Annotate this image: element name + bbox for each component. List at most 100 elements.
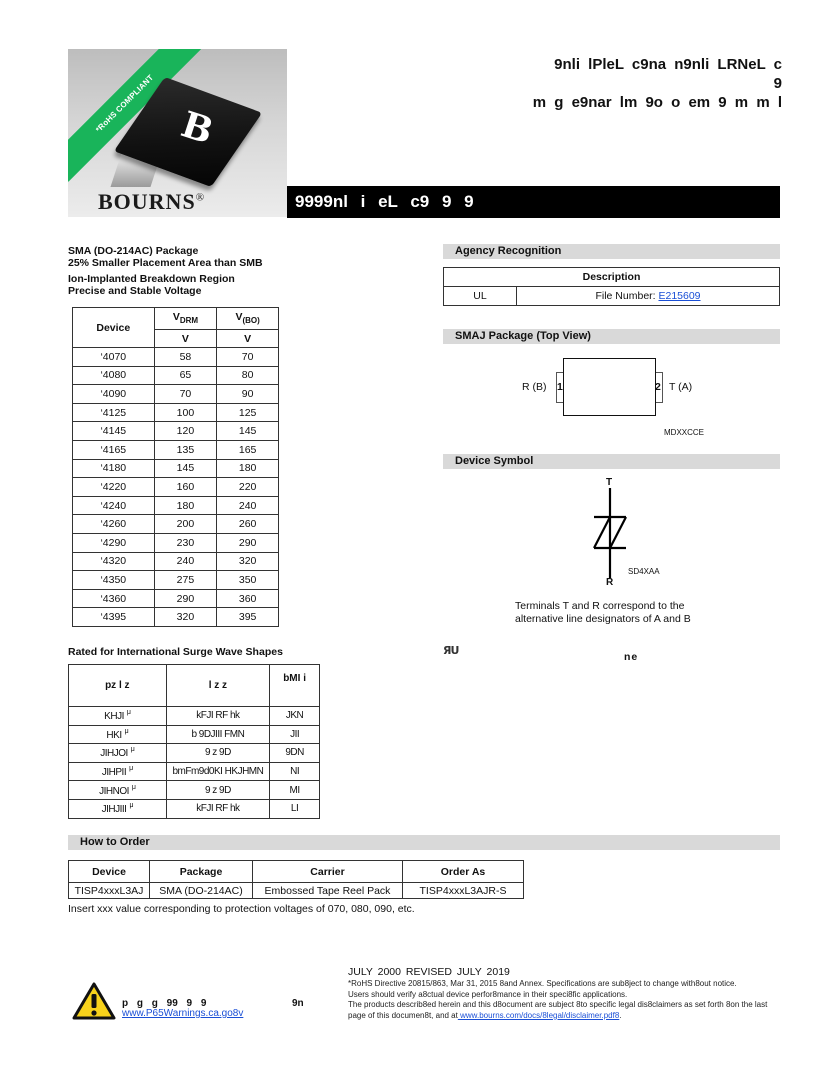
brand-name: BOURNS (98, 189, 196, 214)
surge-table: pz l z l z z bMI i KHJI μ kFJI RF hk JKN HKI… (68, 664, 320, 819)
feature-item: 25% Smaller Placement Area than SMB (68, 257, 263, 269)
voltage-cell-vbo: 180 (216, 458, 279, 479)
micro-unit-mark: μ (131, 783, 136, 791)
micro-unit-mark: μ (126, 709, 131, 717)
surge-row: HKI μ b 9DJIII FMN JII (68, 724, 320, 745)
thyristor-symbol-icon (593, 488, 627, 578)
voltage-cell-device: ‘4070 (72, 347, 155, 367)
voltage-cell-device: ‘4360 (72, 588, 155, 609)
package-section-title: SMAJ Package (Top View) (443, 329, 780, 344)
voltage-cell-device: ‘4240 (72, 495, 155, 516)
voltage-cell-device: ‘4320 (72, 551, 155, 572)
features-list: SMA (DO-214AC) Package 25% Smaller Place… (68, 245, 263, 297)
micro-unit-mark: μ (130, 746, 135, 754)
surge-row: JIHJIII μ kFJI RF hk LI (68, 798, 320, 819)
header-vdrm-unit: V (153, 329, 218, 348)
surge-title: Rated for International Surge Wave Shape… (68, 646, 283, 658)
voltage-cell-vdrm: 160 (153, 477, 218, 497)
voltage-cell-device: ‘4145 (72, 421, 155, 441)
order-device: TISP4xxxL3AJ (68, 882, 150, 899)
order-header-carrier: Carrier (252, 860, 403, 883)
voltage-cell-vbo: 395 (216, 607, 279, 627)
surge-row: JIHJOI μ 9 z 9D 9DN (68, 743, 320, 763)
voltage-cell-vbo: 260 (216, 514, 279, 534)
voltage-row: ‘4320 240 320 (72, 551, 279, 572)
voltage-cell-device: ‘4290 (72, 532, 155, 553)
surge-cell-c3: 9DN (269, 743, 320, 763)
symbol-terminal-t: T (606, 477, 613, 488)
agency-name: UL (443, 286, 517, 306)
voltage-cell-vbo: 165 (216, 439, 279, 460)
surge-cell-c2: 9 z 9D (165, 780, 271, 800)
voltage-cell-vbo: 125 (216, 402, 279, 423)
terminal-r-label: R (B) (522, 381, 547, 393)
package-code: MDXXCCE (664, 428, 705, 437)
voltage-row: ‘4090 70 90 (72, 384, 279, 404)
voltage-cell-vdrm: 240 (153, 551, 218, 572)
surge-header-3: bMI i (269, 664, 320, 707)
voltage-cell-vbo: 290 (216, 532, 279, 553)
surge-cell-c1: JIHJIII μ (68, 798, 167, 819)
feature-item: SMA (DO-214AC) Package (68, 245, 199, 257)
voltage-row: ‘4350 275 350 (72, 570, 279, 590)
header-device: Device (72, 307, 155, 348)
file-number-link[interactable]: E215609 (658, 290, 700, 302)
voltage-cell-device: ‘4080 (72, 365, 155, 386)
voltage-cell-vdrm: 230 (153, 532, 218, 553)
symbol-note: Terminals T and R correspond to the alte… (515, 600, 691, 625)
voltage-table: Device VDRM V(BO) V V ‘4070 58 70 ‘4080 65 80… (72, 307, 279, 627)
prop65-warning-text-2: 9n (292, 998, 304, 1009)
header-vbo-unit: V (216, 329, 279, 348)
voltage-row: ‘4070 58 70 (72, 347, 279, 367)
voltage-cell-device: ‘4090 (72, 384, 155, 404)
surge-cell-c2: b 9DJIII FMN (165, 724, 271, 745)
symbol-code: SD4XAA (628, 567, 660, 576)
order-note: Insert xxx value corresponding to protec… (68, 903, 415, 915)
product-photo: *RoHS COMPLIANT B BOURNS® (68, 49, 287, 217)
voltage-cell-device: ‘4220 (72, 477, 155, 497)
surge-cell-c1: KHJI μ (68, 706, 167, 726)
voltage-cell-device: ‘4125 (72, 402, 155, 423)
registered-mark: ® (195, 191, 206, 204)
voltage-cell-device: ‘4260 (72, 514, 155, 534)
surge-cell-c2: kFJI RF hk (165, 706, 271, 726)
agency-file: File Number: E215609 (516, 286, 780, 306)
voltage-row: ‘4165 135 165 (72, 439, 279, 460)
feature-item: Ion-Implanted Breakdown Region (68, 273, 235, 285)
voltage-row: ‘4360 290 360 (72, 588, 279, 609)
voltage-cell-vdrm: 58 (153, 347, 218, 367)
warning-triangle-icon (72, 982, 116, 1020)
prop65-link[interactable]: www.P65Warnings.ca.go8v (122, 1008, 243, 1019)
voltage-cell-device: ‘4350 (72, 570, 155, 590)
voltage-cell-vdrm: 320 (153, 607, 218, 627)
feature-item: Precise and Stable Voltage (68, 285, 202, 297)
symbol-terminal-r: R (606, 577, 614, 588)
voltage-cell-vbo: 90 (216, 384, 279, 404)
disclaimer-link[interactable]: www.bourns.com/docs/8legal/disclaimer.pd… (458, 1011, 619, 1020)
order-row: TISP4xxxL3AJ SMA (DO-214AC) Embossed Tap… (68, 882, 524, 899)
voltage-row: ‘4220 160 220 (72, 477, 279, 497)
micro-unit-mark: μ (129, 802, 133, 810)
terminal-t-label: T (A) (669, 381, 693, 393)
voltage-cell-vdrm: 100 (153, 402, 218, 423)
header-vdrm: VDRM (153, 307, 218, 330)
order-carrier: Embossed Tape Reel Pack (252, 882, 403, 899)
surge-cell-c1: JIHJOI μ (68, 743, 167, 763)
package-body (563, 358, 656, 416)
voltage-row: ‘4395 320 395 (72, 607, 279, 627)
surge-cell-c3: JKN (269, 706, 320, 726)
surge-cell-c3: JII (269, 724, 320, 745)
revision-date: JULY 2000 REVISED JULY 2019 (348, 966, 510, 978)
voltage-cell-vbo: 240 (216, 495, 279, 516)
voltage-cell-vbo: 70 (216, 347, 279, 367)
voltage-cell-vbo: 80 (216, 365, 279, 386)
voltage-cell-vdrm: 120 (153, 421, 218, 441)
voltage-cell-vdrm: 145 (153, 458, 218, 479)
micro-unit-mark: μ (124, 727, 129, 735)
voltage-cell-vdrm: 290 (153, 588, 218, 609)
voltage-row: ‘4180 145 180 (72, 458, 279, 479)
micro-unit-mark: μ (129, 765, 133, 773)
voltage-row: ‘4240 180 240 (72, 495, 279, 516)
voltage-cell-device: ‘4165 (72, 439, 155, 460)
surge-row: JIHPII μ bmFm9d0KI HKJHMN NI (68, 761, 320, 782)
